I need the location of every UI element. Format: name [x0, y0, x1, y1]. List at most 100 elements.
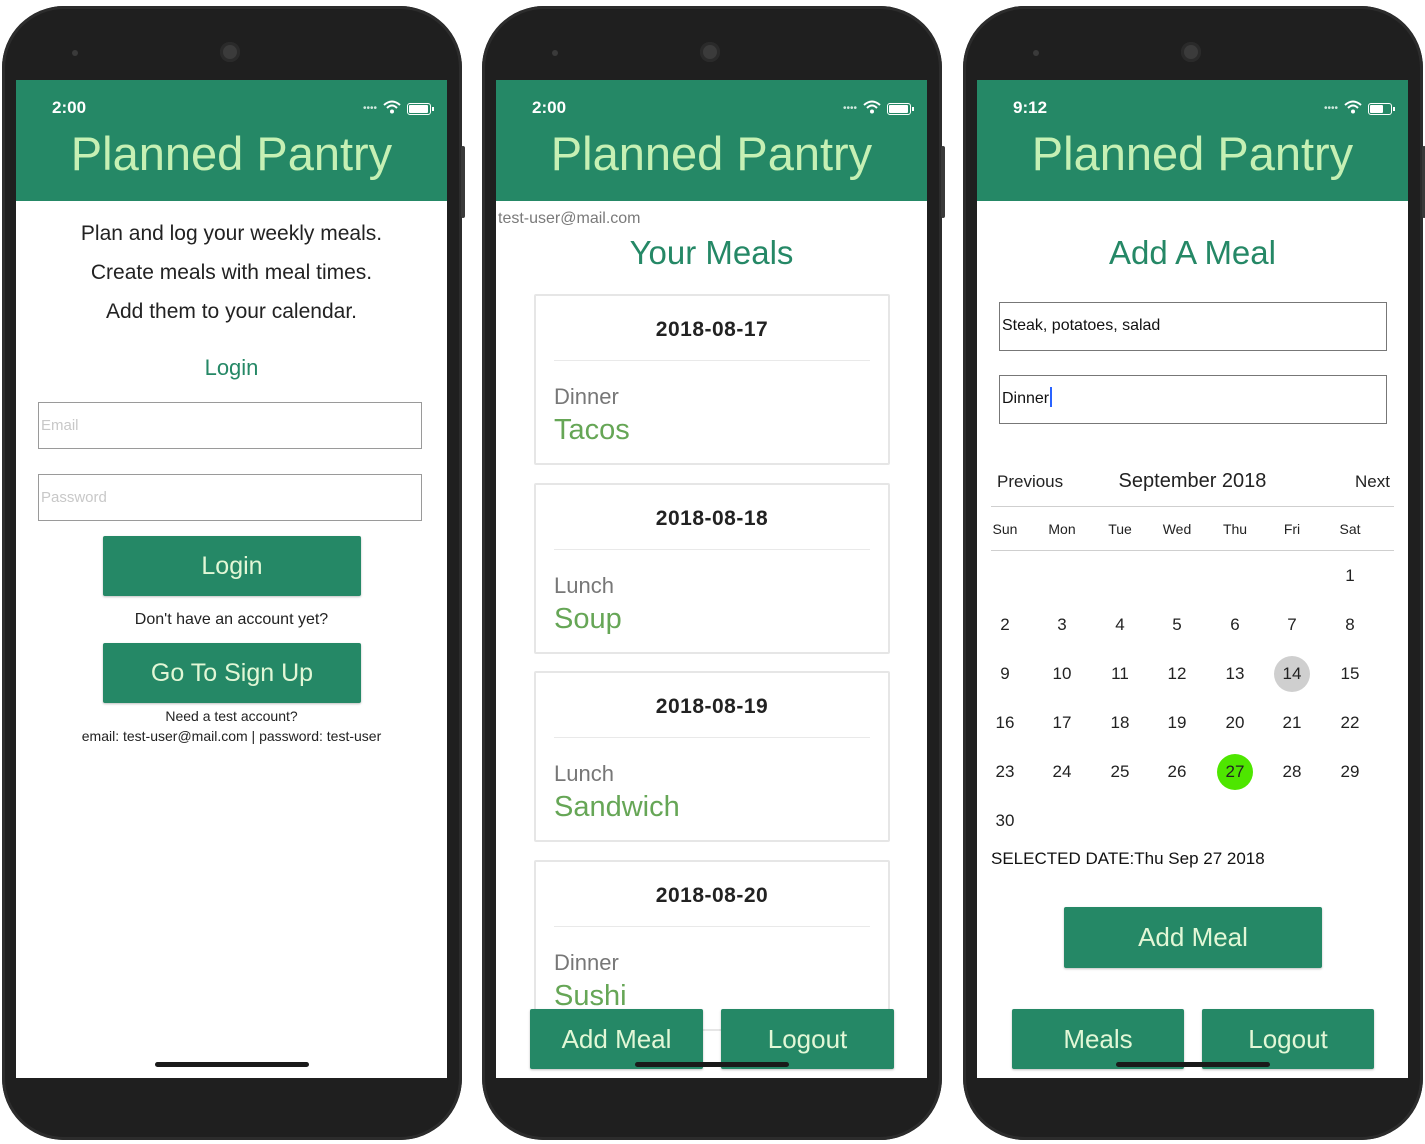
- speaker-dot: [72, 50, 78, 56]
- calendar-day[interactable]: 30: [987, 803, 1023, 839]
- calendar-day[interactable]: 16: [987, 705, 1023, 741]
- no-account-text: Don't have an account yet?: [134, 611, 329, 628]
- divider: [554, 549, 870, 550]
- user-email: test-user@mail.com: [498, 210, 641, 227]
- status-time: 2:00: [52, 98, 87, 117]
- meal-card[interactable]: 2018-08-20 Dinner Sushi: [534, 860, 890, 1031]
- meal-time-value: Dinner: [1002, 390, 1050, 407]
- calendar-day[interactable]: 2: [987, 607, 1023, 643]
- meal-date: 2018-08-19: [655, 695, 769, 718]
- add-meal-button[interactable]: Add Meal: [530, 1009, 703, 1069]
- meal-date: 2018-08-17: [655, 318, 769, 341]
- meal-card[interactable]: 2018-08-18 Lunch Soup: [534, 483, 890, 654]
- calendar-divider: [991, 506, 1394, 507]
- calendar-divider: [991, 550, 1394, 551]
- login-button[interactable]: Login: [103, 536, 361, 596]
- calendar-day[interactable]: 4: [1102, 607, 1138, 643]
- calendar-day[interactable]: 29: [1332, 754, 1368, 790]
- calendar-day[interactable]: 21: [1274, 705, 1310, 741]
- test-account-credentials: email: test-user@mail.com | password: te…: [81, 728, 382, 744]
- divider: [554, 926, 870, 927]
- meal-card[interactable]: 2018-08-19 Lunch Sandwich: [534, 671, 890, 842]
- calendar-day[interactable]: 24: [1044, 754, 1080, 790]
- status-time: 2:00: [532, 98, 567, 117]
- calendar-day[interactable]: 10: [1044, 656, 1080, 692]
- phone-login: 2:00 •••• Planned Pantry Plan and log yo…: [2, 6, 465, 1140]
- calendar-day[interactable]: 8: [1332, 607, 1368, 643]
- weekday-wed: Wed: [1162, 521, 1192, 537]
- side-button: [461, 146, 465, 218]
- calendar-day[interactable]: 6: [1217, 607, 1253, 643]
- intro-line-1: Plan and log your weekly meals.: [80, 222, 383, 245]
- go-to-signup-button[interactable]: Go To Sign Up: [103, 643, 361, 703]
- calendar-day[interactable]: 13: [1217, 656, 1253, 692]
- phone-meals: 2:00 •••• Planned Pantry test-user@mail.…: [482, 6, 945, 1140]
- screen-meals: 2:00 •••• Planned Pantry test-user@mail.…: [496, 80, 927, 1078]
- meal-name: Tacos: [554, 414, 630, 446]
- weekday-sat: Sat: [1339, 521, 1361, 537]
- speaker-dot: [552, 50, 558, 56]
- your-meals-heading: Your Meals: [629, 234, 794, 271]
- meal-time: Lunch: [554, 573, 614, 598]
- status-icons: ••••: [362, 100, 434, 117]
- front-camera: [1181, 42, 1201, 62]
- weekday-sun: Sun: [992, 521, 1018, 537]
- calendar-day[interactable]: 18: [1102, 705, 1138, 741]
- calendar-next-button[interactable]: Next: [1355, 472, 1390, 492]
- speaker-dot: [1033, 50, 1039, 56]
- login-heading: Login: [204, 355, 259, 380]
- meals-button[interactable]: Meals: [1012, 1009, 1184, 1069]
- calendar-day[interactable]: 15: [1332, 656, 1368, 692]
- status-icons: ••••: [1323, 100, 1395, 117]
- battery-icon: [407, 102, 434, 115]
- calendar-day[interactable]: 7: [1274, 607, 1310, 643]
- weekday-mon: Mon: [1048, 521, 1076, 537]
- meal-date: 2018-08-20: [655, 884, 769, 907]
- signal-icon: ••••: [1323, 103, 1338, 114]
- calendar-day[interactable]: 22: [1332, 705, 1368, 741]
- calendar-day[interactable]: 11: [1102, 656, 1138, 692]
- weekday-fri: Fri: [1283, 521, 1301, 537]
- password-input[interactable]: Password: [38, 474, 422, 521]
- calendar-day[interactable]: 25: [1102, 754, 1138, 790]
- calendar-day[interactable]: 5: [1159, 607, 1195, 643]
- meal-time: Dinner: [554, 950, 619, 975]
- wifi-icon: [383, 100, 401, 117]
- divider: [554, 360, 870, 361]
- meal-name: Soup: [554, 603, 622, 635]
- calendar-day[interactable]: 23: [987, 754, 1023, 790]
- signal-icon: ••••: [362, 103, 377, 114]
- meal-card[interactable]: 2018-08-17 Dinner Tacos: [534, 294, 890, 465]
- calendar-day[interactable]: 9: [987, 656, 1023, 692]
- logout-button[interactable]: Logout: [1202, 1009, 1374, 1069]
- front-camera: [700, 42, 720, 62]
- add-meal-button[interactable]: Add Meal: [1064, 907, 1322, 968]
- battery-icon: [887, 102, 914, 115]
- meal-time-input[interactable]: Dinner: [999, 375, 1387, 424]
- calendar-day[interactable]: 3: [1044, 607, 1080, 643]
- calendar-day[interactable]: 26: [1159, 754, 1195, 790]
- logout-button[interactable]: Logout: [721, 1009, 894, 1069]
- status-icons: ••••: [842, 100, 914, 117]
- meal-name-input[interactable]: Steak, potatoes, salad: [999, 302, 1387, 351]
- wifi-icon: [1344, 100, 1362, 117]
- calendar-day[interactable]: 19: [1159, 705, 1195, 741]
- calendar-day[interactable]: 27: [1217, 754, 1253, 790]
- selected-date-text: SELECTED DATE:Thu Sep 27 2018: [991, 849, 1265, 868]
- intro-line-2: Create meals with meal times.: [90, 261, 373, 284]
- calendar-day[interactable]: 28: [1274, 754, 1310, 790]
- calendar-month: September 2018: [1118, 470, 1267, 492]
- weekday-tue: Tue: [1108, 521, 1132, 537]
- calendar-day[interactable]: 17: [1044, 705, 1080, 741]
- screen-login: 2:00 •••• Planned Pantry Plan and log yo…: [16, 80, 447, 1078]
- calendar-day[interactable]: 12: [1159, 656, 1195, 692]
- meal-time: Lunch: [554, 761, 614, 786]
- email-input[interactable]: Email: [38, 402, 422, 449]
- app-title: Planned Pantry: [550, 127, 873, 180]
- side-button: [941, 146, 945, 218]
- signal-icon: ••••: [842, 103, 857, 114]
- weekday-thu: Thu: [1222, 521, 1248, 537]
- calendar-day[interactable]: 1: [1332, 558, 1368, 594]
- calendar-day[interactable]: 14: [1274, 656, 1310, 692]
- calendar-day[interactable]: 20: [1217, 705, 1253, 741]
